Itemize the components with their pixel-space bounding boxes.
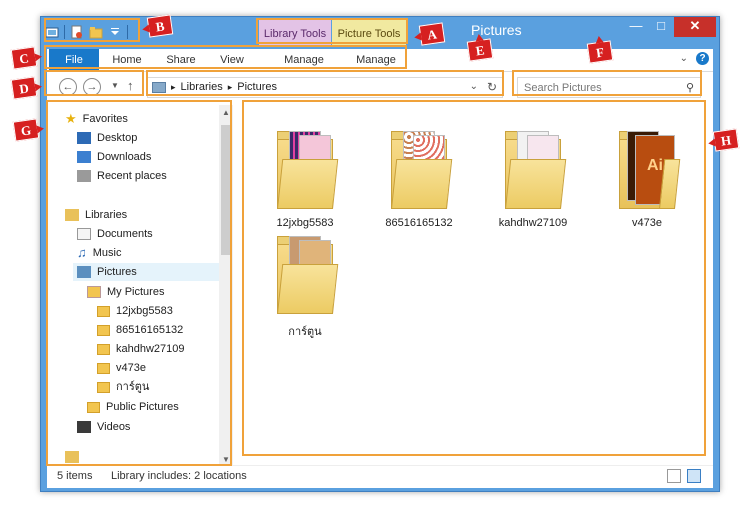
expand-ribbon-icon[interactable]: ⌄ xyxy=(680,53,688,64)
annotation-box-b xyxy=(44,18,140,42)
annotation-box-e xyxy=(146,70,504,96)
annotation-box-c xyxy=(44,45,407,69)
large-icons-view-icon[interactable] xyxy=(687,469,701,483)
details-view-icon[interactable] xyxy=(667,469,681,483)
annotation-badge-f: F xyxy=(586,40,614,64)
annotation-box-h xyxy=(242,100,706,456)
annotation-badge-c: C xyxy=(10,46,38,70)
annotation-badge-h: H xyxy=(712,128,740,152)
annotation-badge-g: G xyxy=(12,118,40,142)
ribbon-right-controls: ⌄ ? xyxy=(680,52,709,65)
close-button[interactable]: ✕ xyxy=(674,17,716,37)
help-icon[interactable]: ? xyxy=(696,52,709,65)
annotation-box-g xyxy=(46,100,232,466)
annotation-box-f xyxy=(512,70,702,96)
annotation-box-d xyxy=(44,70,144,96)
status-bar: 5 items Library includes: 2 locations xyxy=(47,465,713,488)
minimize-button[interactable]: — xyxy=(624,17,648,37)
maximize-button[interactable]: □ xyxy=(649,17,673,37)
annotation-badge-d: D xyxy=(10,76,38,100)
annotation-badge-a: A xyxy=(418,22,446,46)
item-count: 5 items xyxy=(57,470,93,482)
annotation-badge-b: B xyxy=(146,14,174,38)
annotation-box-a xyxy=(256,18,408,44)
annotation-badge-e: E xyxy=(466,38,494,62)
library-info: Library includes: 2 locations xyxy=(111,470,247,482)
